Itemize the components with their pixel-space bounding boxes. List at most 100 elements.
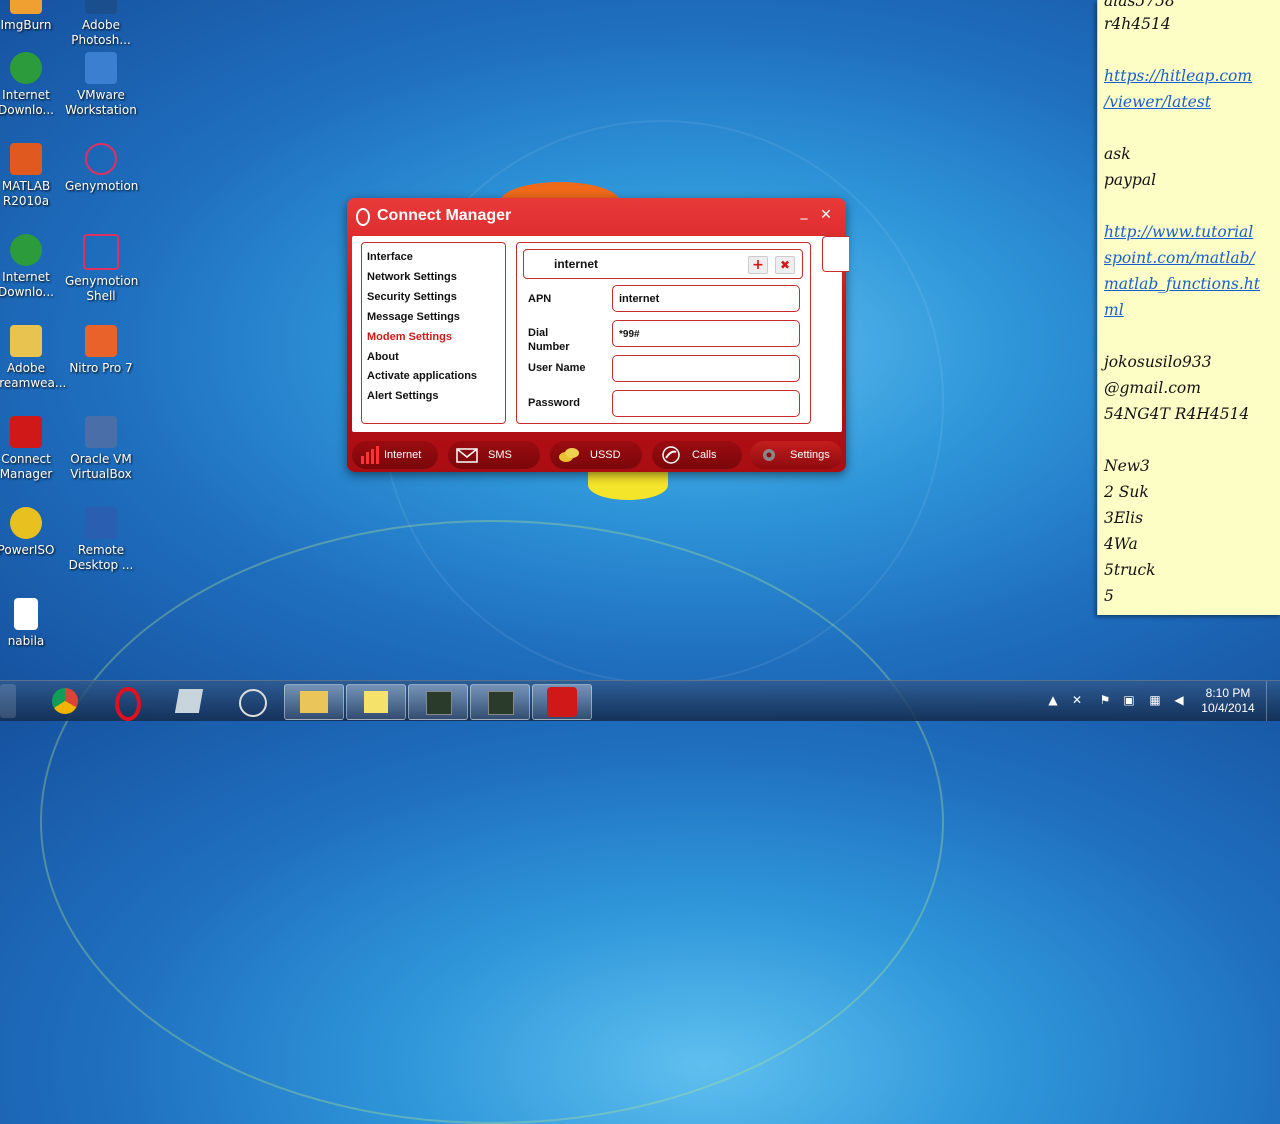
menu-item-message-settings[interactable]: Message Settings <box>367 311 460 323</box>
menu-item-about[interactable]: About <box>367 351 399 363</box>
menu-item-interface[interactable]: Interface <box>367 251 413 263</box>
side-tab[interactable] <box>822 236 849 272</box>
window-content: Interface Network Settings Security Sett… <box>352 236 849 432</box>
desktop-icon-label: MATLAB R2010a <box>1 179 51 208</box>
app-icon <box>174 689 204 713</box>
sticky-note[interactable]: alas5758 r4h4514 https://hitleap.com /vi… <box>1097 0 1280 615</box>
note-link[interactable]: matlab_functions.ht <box>1104 275 1260 293</box>
desktop-icon-label: nabila <box>7 634 45 648</box>
taskbar-chrome[interactable] <box>36 684 94 718</box>
menu-item-activate-applications[interactable]: Activate applications <box>367 370 477 382</box>
desktop-icon-nitro[interactable]: Nitro Pro 7 <box>65 325 137 376</box>
nav-ussd[interactable]: USSD <box>550 441 642 469</box>
note-line: alas5758 <box>1104 0 1175 10</box>
menu-item-network-settings[interactable]: Network Settings <box>367 271 457 283</box>
gear-icon <box>763 449 775 461</box>
note-link[interactable]: ml <box>1104 301 1124 319</box>
document-icon <box>14 598 38 630</box>
minimize-button[interactable]: _ <box>796 204 812 220</box>
desktop-icon-label: Genymotion <box>65 179 139 193</box>
genymotion-shell-icon <box>83 234 119 270</box>
desktop-icon-label: Remote Desktop ... <box>68 543 134 572</box>
nav-sms[interactable]: SMS <box>448 441 540 469</box>
dial-number-label-line2: Number <box>528 341 570 353</box>
profile-selector[interactable]: internet + ✖ <box>523 249 803 279</box>
desktop-icon-matlab[interactable]: MATLAB R2010a <box>0 143 62 209</box>
nav-settings[interactable]: Settings <box>750 441 842 469</box>
desktop-icon-nabila[interactable]: nabila <box>0 598 62 649</box>
clock[interactable]: 8:10 PM 10/4/2014 <box>1196 686 1260 716</box>
menu-item-alert-settings[interactable]: Alert Settings <box>367 390 439 402</box>
menu-item-modem-settings[interactable]: Modem Settings <box>367 331 452 343</box>
taskbar-sticky-notes[interactable] <box>346 684 406 720</box>
note-line: @gmail.com <box>1104 379 1201 397</box>
opera-icon <box>115 687 141 721</box>
nav-label: Settings <box>790 449 830 461</box>
user-name-field[interactable] <box>612 355 800 382</box>
signal-bars-icon <box>361 446 379 464</box>
desktop-icon-genymotion-shell[interactable]: Genymotion Shell <box>65 234 138 304</box>
network-icon[interactable]: ▦ <box>1148 693 1162 707</box>
desktop-icon-label: PowerISO <box>0 543 55 557</box>
flag-icon[interactable]: ⚑ <box>1098 693 1112 707</box>
desktop-icon-idm[interactable]: Internet Downlo... <box>0 52 62 118</box>
connect-manager-window[interactable]: Connect Manager _ ✕ Interface Network Se… <box>347 198 849 472</box>
note-link[interactable]: http://www.tutorial <box>1104 223 1253 241</box>
desktop-icon-label: Adobe Photosh... <box>71 18 131 47</box>
note-scrollbar[interactable] <box>1269 0 1279 615</box>
taskbar-connect-manager[interactable] <box>532 684 592 720</box>
desktop-icon-connect-manager[interactable]: Connect Manager <box>0 416 62 482</box>
taskbar-explorer[interactable] <box>284 684 344 720</box>
terminal-icon <box>488 691 514 715</box>
add-profile-button[interactable]: + <box>748 256 768 274</box>
close-button[interactable]: ✕ <box>818 207 834 223</box>
device-icon[interactable]: ▣ <box>1122 693 1136 707</box>
user-name-label: User Name <box>528 362 586 374</box>
wallpaper-orb-bottom <box>588 470 668 500</box>
note-link[interactable]: https://hitleap.com <box>1104 67 1252 85</box>
show-desktop-button[interactable] <box>1266 681 1280 721</box>
apn-field[interactable]: internet <box>612 285 800 312</box>
desktop-icon-remote-desktop[interactable]: Remote Desktop ... <box>65 507 137 573</box>
desktop-icon-photoshop[interactable]: Adobe Photosh... <box>65 0 137 48</box>
desktop-icon-label: VMware Workstation <box>65 88 137 117</box>
taskbar-app-3[interactable] <box>160 684 218 718</box>
nav-calls[interactable]: Calls <box>652 441 742 469</box>
desktop-icon-poweriso[interactable]: PowerISO <box>0 507 62 558</box>
desktop-icon-label: Internet Downlo... <box>0 270 54 299</box>
vodafone-logo-icon <box>356 208 370 226</box>
taskbar-opera[interactable] <box>98 684 156 721</box>
desktop-icon-vmware[interactable]: VMware Workstation <box>65 52 137 118</box>
desktop-icon-label: Connect Manager <box>0 452 53 481</box>
delete-profile-button[interactable]: ✖ <box>775 256 795 274</box>
remote-desktop-icon <box>85 507 117 539</box>
note-link[interactable]: spoint.com/matlab/ <box>1104 249 1255 267</box>
desktop-icon-genymotion[interactable]: Genymotion <box>65 143 139 194</box>
envelope-icon <box>456 448 478 463</box>
network-warning-icon[interactable]: ✕ <box>1070 693 1084 707</box>
desktop-icon-idm-2[interactable]: Internet Downlo... <box>0 234 62 300</box>
modem-settings-panel: internet + ✖ APN internet Dial Number *9… <box>516 242 811 424</box>
internet-download-manager-icon <box>10 52 42 84</box>
note-link[interactable]: /viewer/latest <box>1104 93 1211 111</box>
show-hidden-icons-icon[interactable]: ▲ <box>1046 693 1060 707</box>
connect-manager-icon <box>10 416 42 448</box>
start-button[interactable] <box>0 684 16 718</box>
apn-label: APN <box>528 293 552 305</box>
taskbar-snipping[interactable] <box>222 684 280 718</box>
desktop-icon-dreamweaver[interactable]: Adobe Dreamwea... <box>0 325 66 391</box>
note-line: r4h4514 <box>1104 15 1171 33</box>
nav-internet[interactable]: Internet <box>352 441 438 469</box>
menu-item-security-settings[interactable]: Security Settings <box>367 291 457 303</box>
taskbar-matlab[interactable] <box>408 684 468 720</box>
window-title: Connect Manager <box>377 207 512 224</box>
desktop-icon-imgburn[interactable]: ImgBurn <box>0 0 62 33</box>
bottom-navigation: Internet SMS USSD Calls Settings <box>352 441 842 469</box>
volume-icon[interactable]: ◀ <box>1172 693 1186 707</box>
password-field[interactable] <box>612 390 800 417</box>
desktop-icon-label: Oracle VM VirtualBox <box>70 452 132 481</box>
nav-label: USSD <box>590 449 621 461</box>
dial-number-field[interactable]: *99# <box>612 320 800 347</box>
desktop-icon-virtualbox[interactable]: Oracle VM VirtualBox <box>65 416 137 482</box>
taskbar-app-8[interactable] <box>470 684 530 720</box>
